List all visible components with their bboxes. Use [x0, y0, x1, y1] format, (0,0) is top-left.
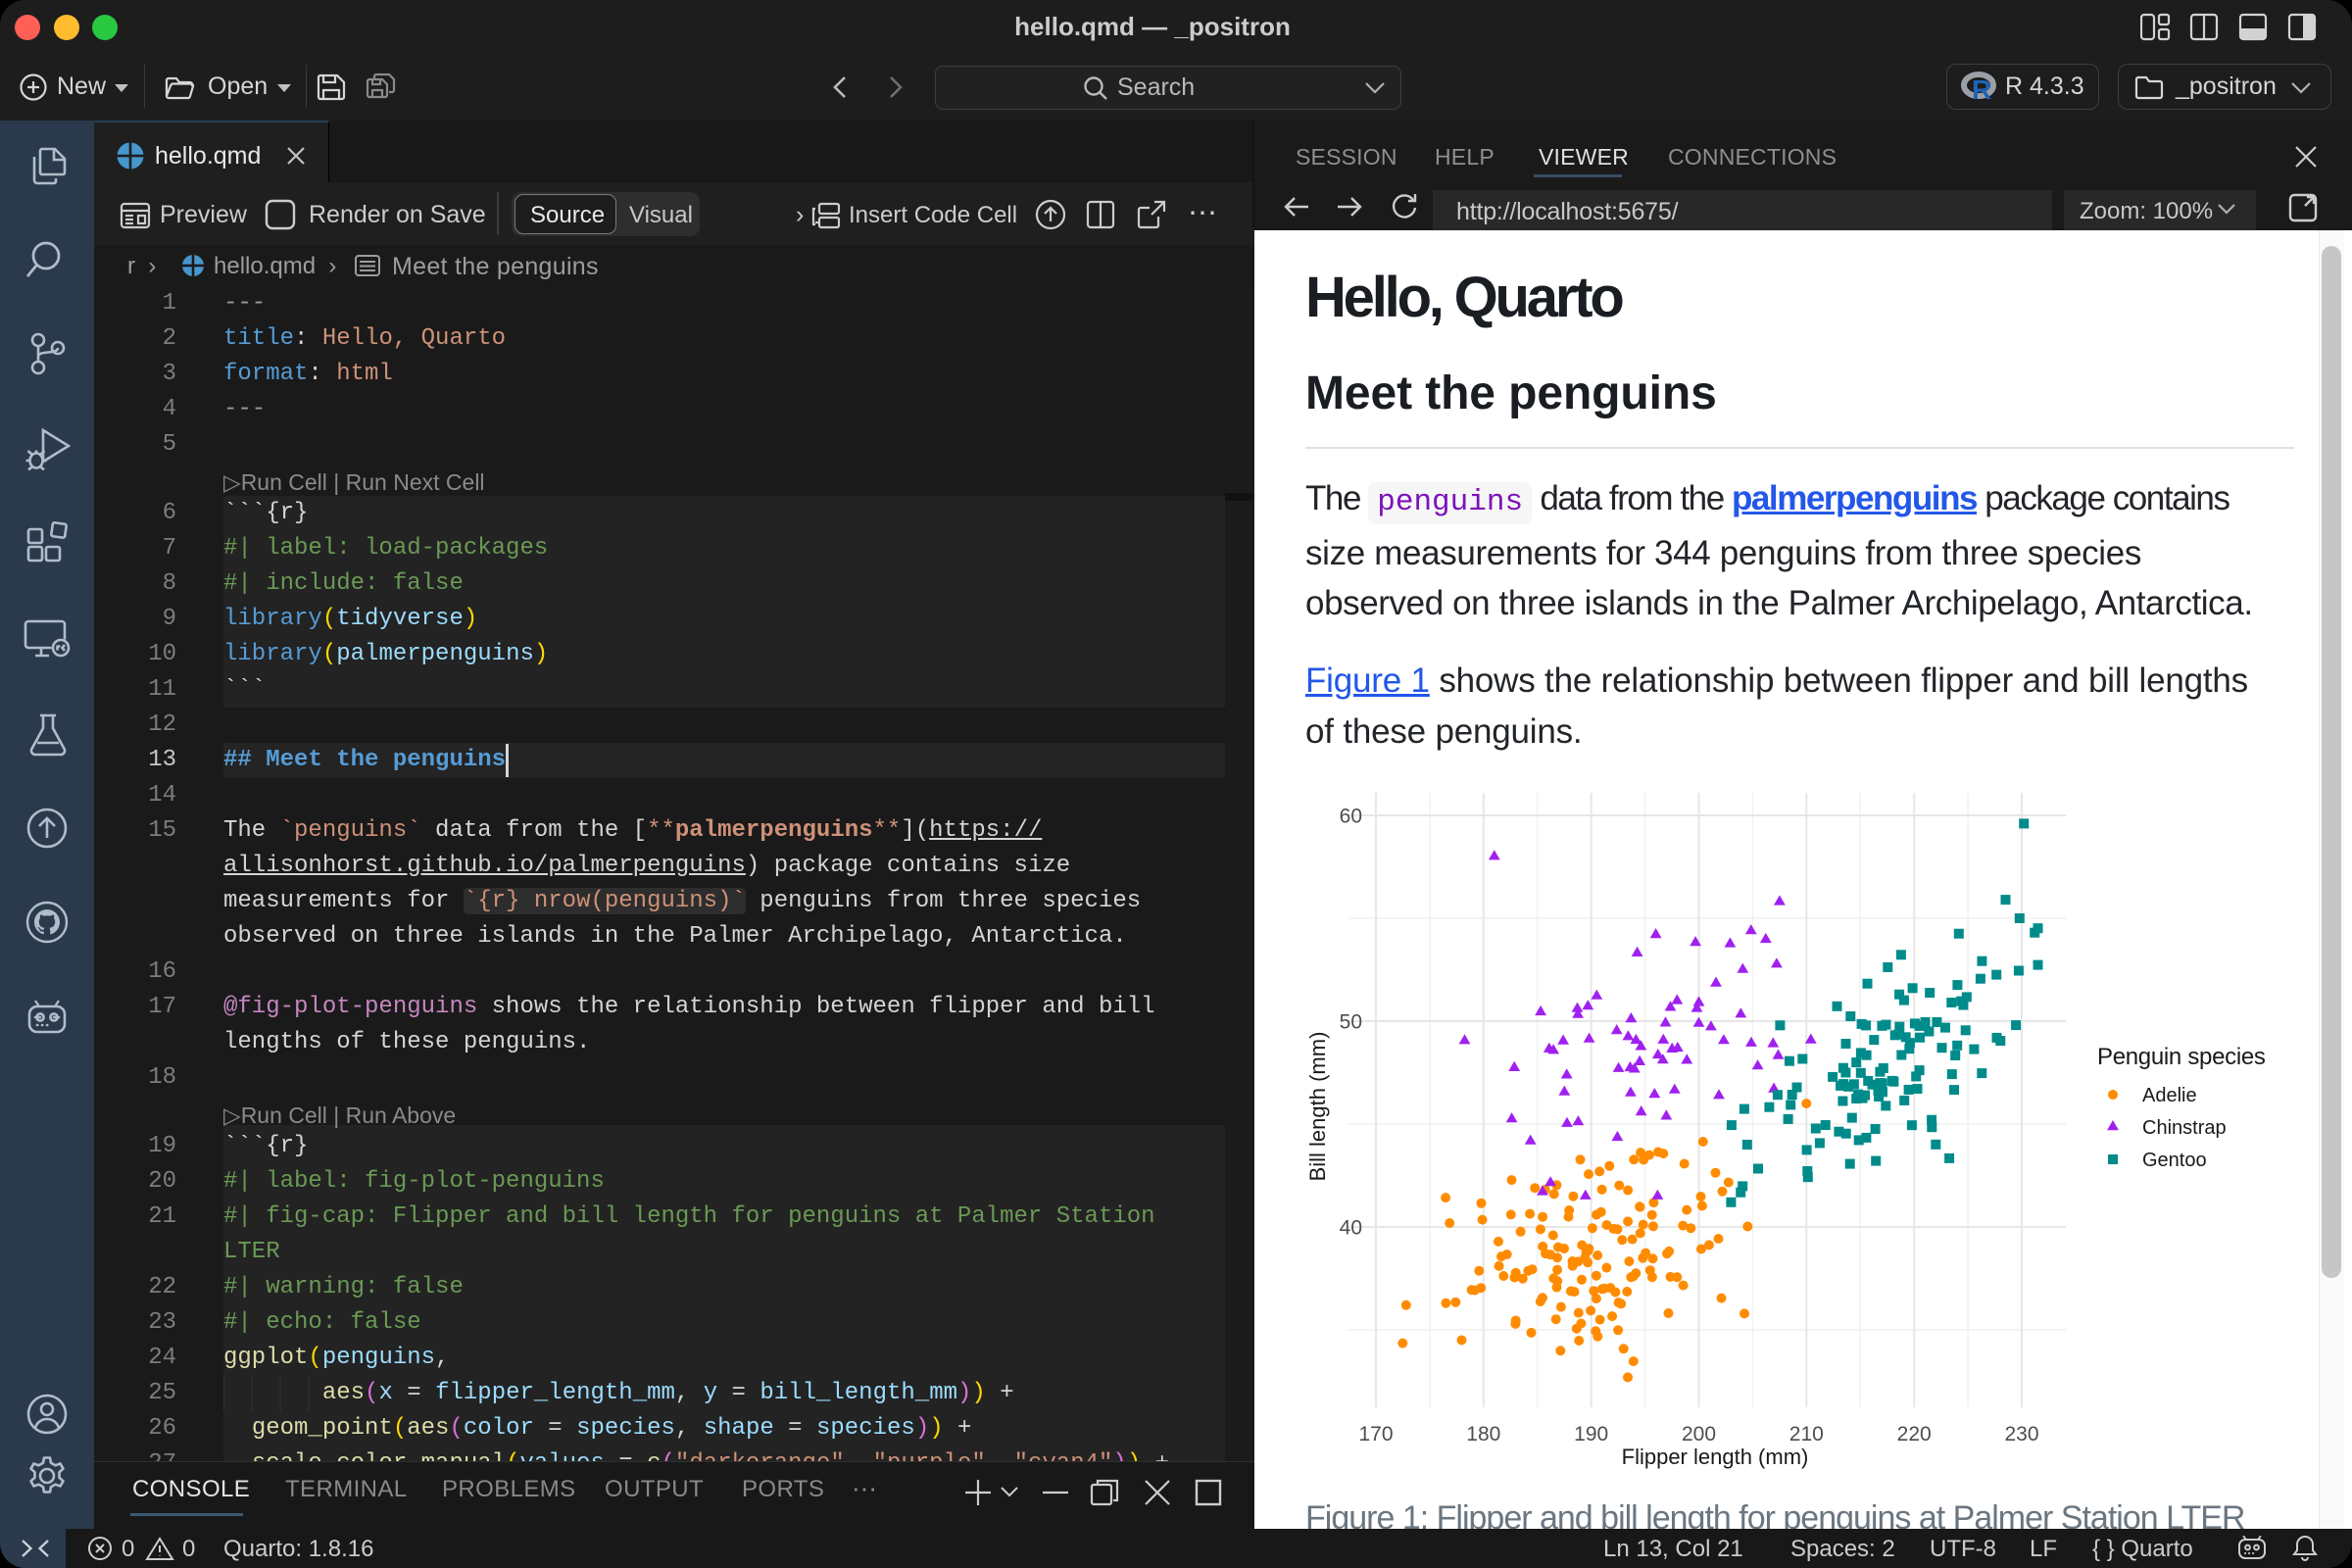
svg-text:170: 170	[1358, 1423, 1393, 1446]
svg-text:Chinstrap: Chinstrap	[2142, 1117, 2227, 1139]
svg-text:R: R	[1972, 74, 1991, 103]
svg-text:210: 210	[1789, 1423, 1824, 1446]
svg-text:220: 220	[1897, 1423, 1932, 1446]
svg-text:60: 60	[1340, 806, 1362, 828]
svg-text:Penguin species: Penguin species	[2097, 1044, 2266, 1070]
svg-text:200: 200	[1682, 1423, 1716, 1446]
svg-text:180: 180	[1466, 1423, 1500, 1446]
svg-text:Gentoo: Gentoo	[2142, 1150, 2207, 1171]
svg-text:40: 40	[1340, 1217, 1362, 1240]
svg-text:Bill length (mm): Bill length (mm)	[1305, 1032, 1330, 1182]
svg-text:Flipper length (mm): Flipper length (mm)	[1622, 1445, 1809, 1469]
svg-text:190: 190	[1574, 1423, 1608, 1446]
svg-text:50: 50	[1340, 1011, 1362, 1034]
svg-text:Adelie: Adelie	[2142, 1085, 2197, 1106]
svg-text:230: 230	[2004, 1423, 2038, 1446]
